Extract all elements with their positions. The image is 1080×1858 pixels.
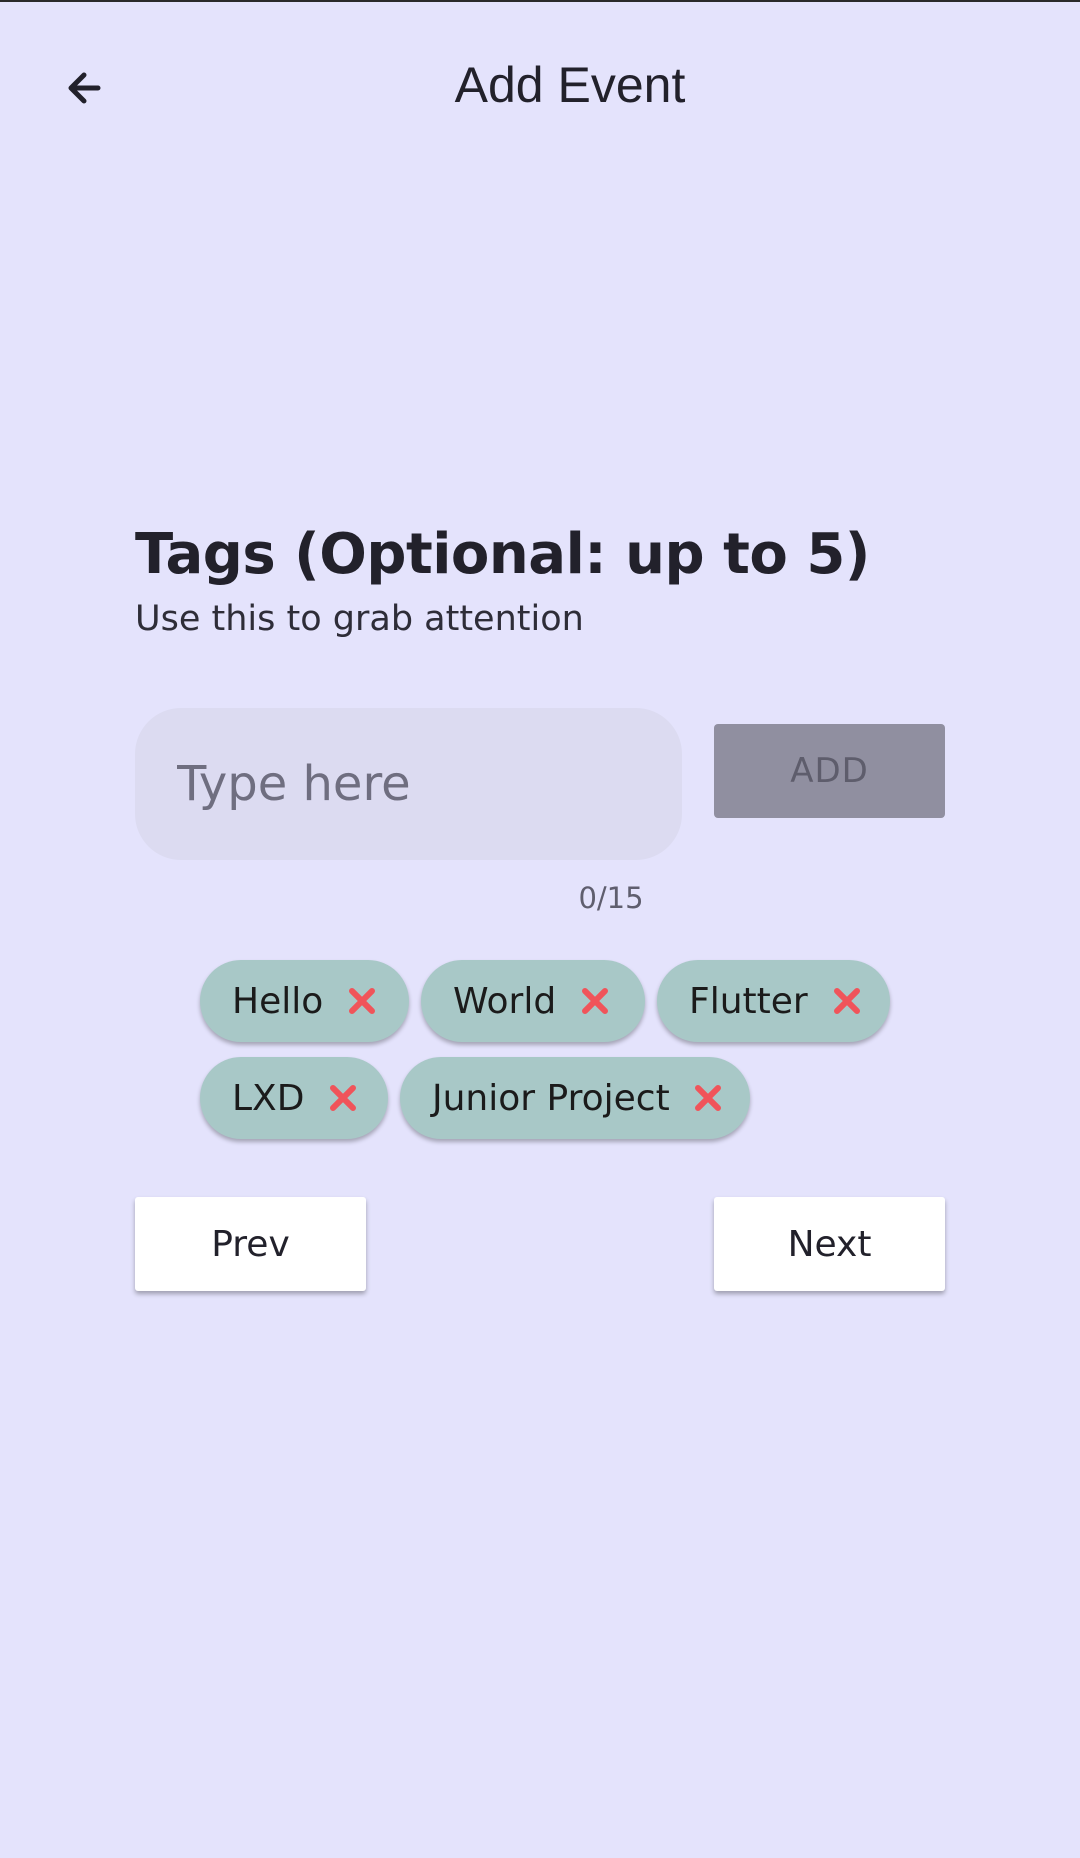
tag-chip[interactable]: World — [421, 960, 645, 1042]
section-title: Tags (Optional: up to 5) — [135, 522, 870, 587]
close-icon — [833, 988, 860, 1014]
remove-tag-button[interactable] — [326, 1081, 360, 1115]
tag-chip-label: World — [453, 980, 557, 1022]
prev-button[interactable]: Prev — [135, 1197, 366, 1291]
tag-chip[interactable]: LXD — [200, 1057, 388, 1139]
tag-chip[interactable]: Hello — [200, 960, 409, 1042]
tag-chip-label: Hello — [232, 980, 324, 1022]
remove-tag-button[interactable] — [578, 984, 612, 1018]
tag-chip-label: Junior Project — [432, 1077, 670, 1119]
tag-chip-label: LXD — [232, 1077, 305, 1119]
app-bar: Add Event — [0, 0, 1080, 172]
close-icon — [582, 988, 609, 1014]
section-subtitle: Use this to grab attention — [135, 599, 584, 639]
tag-chip[interactable]: Flutter — [657, 960, 890, 1042]
remove-tag-button[interactable] — [345, 984, 379, 1018]
remove-tag-button[interactable] — [830, 984, 864, 1018]
tag-input[interactable] — [135, 708, 682, 860]
character-counter: 0/15 — [578, 881, 644, 915]
add-tag-button[interactable]: ADD — [714, 724, 945, 818]
remove-tag-button[interactable] — [692, 1081, 724, 1115]
tags-section: Tags (Optional: up to 5) Use this to gra… — [135, 515, 955, 643]
page-title: Add Event — [454, 57, 686, 113]
tag-chip[interactable]: Junior Project — [400, 1057, 750, 1139]
close-icon — [330, 1085, 357, 1111]
tag-chip-label: Flutter — [689, 980, 808, 1022]
close-icon — [694, 1085, 721, 1111]
next-button[interactable]: Next — [714, 1197, 945, 1291]
close-icon — [349, 988, 376, 1014]
